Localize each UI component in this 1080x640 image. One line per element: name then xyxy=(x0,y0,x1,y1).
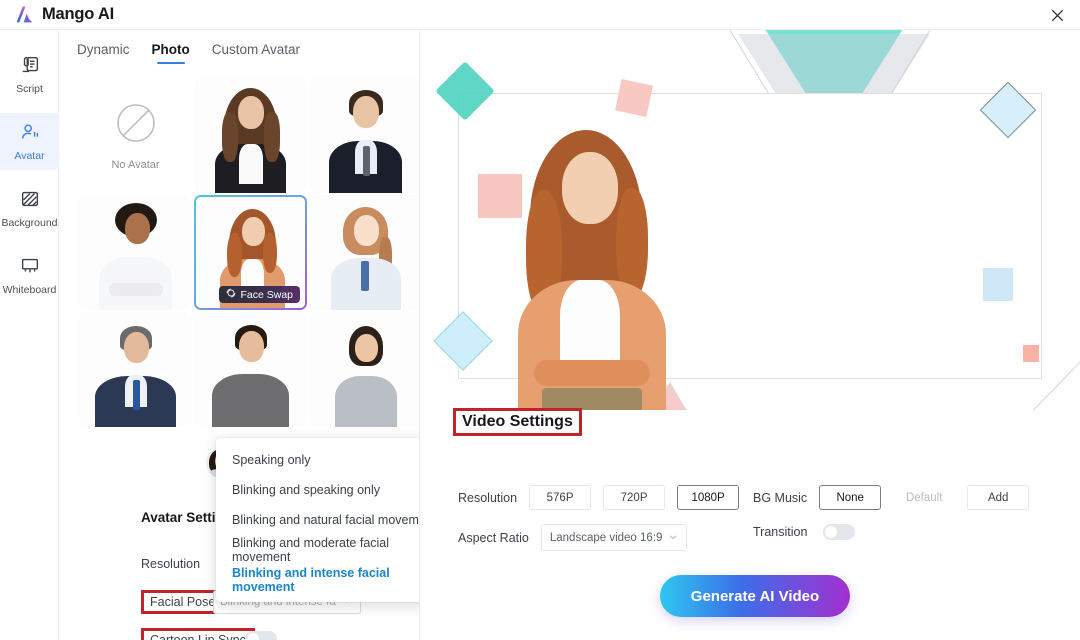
sidebar-item-script[interactable]: Script xyxy=(0,46,59,103)
top-bar: Mango AI xyxy=(0,0,1080,30)
aspect-ratio-label: Aspect Ratio xyxy=(458,530,529,545)
resolution-option-576p[interactable]: 576P xyxy=(529,485,592,510)
avatar-card-young-man-white-shirt[interactable] xyxy=(79,195,192,310)
dropdown-option-blinking-intense[interactable]: Blinking and intense facial movement xyxy=(216,565,419,595)
bg-music-label: BG Music xyxy=(753,490,808,505)
background-hatch-icon xyxy=(19,188,41,215)
tab-photo[interactable]: Photo xyxy=(152,42,190,64)
cartoon-lip-sync-label: Cartoon Lip Sync xyxy=(141,628,255,640)
pink-square-small xyxy=(615,79,653,117)
sidebar-item-label: Script xyxy=(16,83,43,96)
video-settings-title: Video Settings xyxy=(462,413,573,430)
preview-stage xyxy=(420,30,1080,410)
tab-custom-avatar[interactable]: Custom Avatar xyxy=(212,42,300,64)
avatar-card-cartoon-woman-ponytail[interactable] xyxy=(309,195,419,310)
resolution-label: Resolution xyxy=(458,490,518,505)
avatar-grid: No Avatar Face Swap xyxy=(59,78,419,427)
aspect-ratio-select[interactable]: Landscape video 16:9 xyxy=(540,524,687,551)
avatar-card-redhead-woman-tan-jacket[interactable]: Face Swap xyxy=(194,195,307,310)
avatar-card-no-avatar[interactable]: No Avatar xyxy=(79,78,192,193)
resolution-option-1080p[interactable]: 1080P xyxy=(677,485,740,510)
bg-music-row: BG Music None Default Add xyxy=(753,485,1030,510)
no-avatar-slash-icon xyxy=(114,101,158,150)
no-avatar-label: No Avatar xyxy=(111,158,160,171)
face-swap-icon xyxy=(226,288,236,301)
panel-tabs: Dynamic Photo Custom Avatar xyxy=(59,30,419,64)
sidebar-item-label: Whiteboard xyxy=(2,284,57,297)
facial-pose-row: Facial Pose xyxy=(141,590,225,614)
avatar-settings-title: Avatar Setti xyxy=(141,510,216,525)
script-icon xyxy=(19,54,41,81)
avatar-card-businessman-suit-tie[interactable] xyxy=(309,78,419,193)
avatar-thumbnail xyxy=(309,78,419,193)
whiteboard-icon xyxy=(19,255,41,282)
avatar-card-girl-grey-shirt[interactable] xyxy=(309,312,419,427)
bg-music-option-default[interactable]: Default xyxy=(893,485,956,510)
avatar-card-young-man-grey-sweater[interactable] xyxy=(194,312,307,427)
resolution-option-720p[interactable]: 720P xyxy=(603,485,666,510)
cartoon-lip-sync-toggle[interactable] xyxy=(245,631,277,640)
avatar-thumbnail xyxy=(194,312,307,427)
face-swap-badge[interactable]: Face Swap xyxy=(219,286,300,303)
sidebar-item-label: Background xyxy=(1,217,58,230)
transition-row: Transition xyxy=(753,524,856,540)
tab-dynamic[interactable]: Dynamic xyxy=(77,42,130,64)
blue-square xyxy=(983,268,1013,301)
facial-pose-dropdown: Speaking only Blinking and speaking only… xyxy=(216,438,419,602)
aspect-ratio-row: Aspect Ratio Landscape video 16:9 xyxy=(458,524,687,551)
face-swap-label: Face Swap xyxy=(240,288,293,301)
sidebar-item-avatar[interactable]: Avatar xyxy=(0,113,59,170)
sidebar-rail: Script Avatar Background Whiteboard xyxy=(0,30,59,640)
generate-ai-video-button[interactable]: Generate AI Video xyxy=(660,575,850,617)
facial-pose-label: Facial Pose xyxy=(141,590,225,614)
preview-avatar-figure xyxy=(490,130,690,410)
close-icon[interactable] xyxy=(1046,4,1068,26)
avatar-thumbnail xyxy=(79,312,192,427)
avatar-thumbnail xyxy=(309,312,419,427)
bg-music-option-none[interactable]: None xyxy=(819,485,882,510)
chevron-down-icon xyxy=(668,529,678,547)
dropdown-option-blinking-speaking[interactable]: Blinking and speaking only xyxy=(216,475,419,505)
sidebar-item-background[interactable]: Background xyxy=(0,180,59,237)
video-settings-header: Video Settings xyxy=(453,408,582,436)
transition-toggle[interactable] xyxy=(823,524,856,540)
sidebar-item-whiteboard[interactable]: Whiteboard xyxy=(0,247,59,304)
avatar-resolution-label: Resolution xyxy=(141,557,201,571)
avatar-card-mature-man-navy-suit[interactable] xyxy=(79,312,192,427)
sidebar-item-label: Avatar xyxy=(14,150,45,163)
brand-logo: Mango AI xyxy=(0,4,114,25)
aspect-ratio-value: Landscape video 16:9 xyxy=(549,531,663,544)
avatar-thumbnail xyxy=(194,78,307,193)
avatar-resolution-row: Resolution xyxy=(141,557,200,571)
preview-and-settings: Video Settings Resolution 576P 720P 1080… xyxy=(420,30,1080,640)
dropdown-option-speaking-only[interactable]: Speaking only xyxy=(216,445,419,475)
transition-label: Transition xyxy=(753,525,808,539)
corner-line xyxy=(1032,361,1080,410)
dropdown-option-blinking-moderate[interactable]: Blinking and moderate facial movement xyxy=(216,535,419,565)
brand-name: Mango AI xyxy=(42,5,115,23)
mango-logo-icon xyxy=(14,4,35,25)
bg-music-option-add[interactable]: Add xyxy=(967,485,1030,510)
dropdown-option-blinking-natural[interactable]: Blinking and natural facial movement xyxy=(216,505,419,535)
cartoon-lip-sync-row: Cartoon Lip Sync xyxy=(141,628,255,640)
avatar-thumbnail xyxy=(79,195,192,310)
avatar-thumbnail xyxy=(309,195,419,310)
avatar-card-businesswoman-brunette[interactable] xyxy=(194,78,307,193)
resolution-row: Resolution 576P 720P 1080P xyxy=(458,485,740,510)
avatar-panel: Dynamic Photo Custom Avatar No Avatar Fa… xyxy=(59,30,420,640)
avatar-person-icon xyxy=(19,121,41,148)
